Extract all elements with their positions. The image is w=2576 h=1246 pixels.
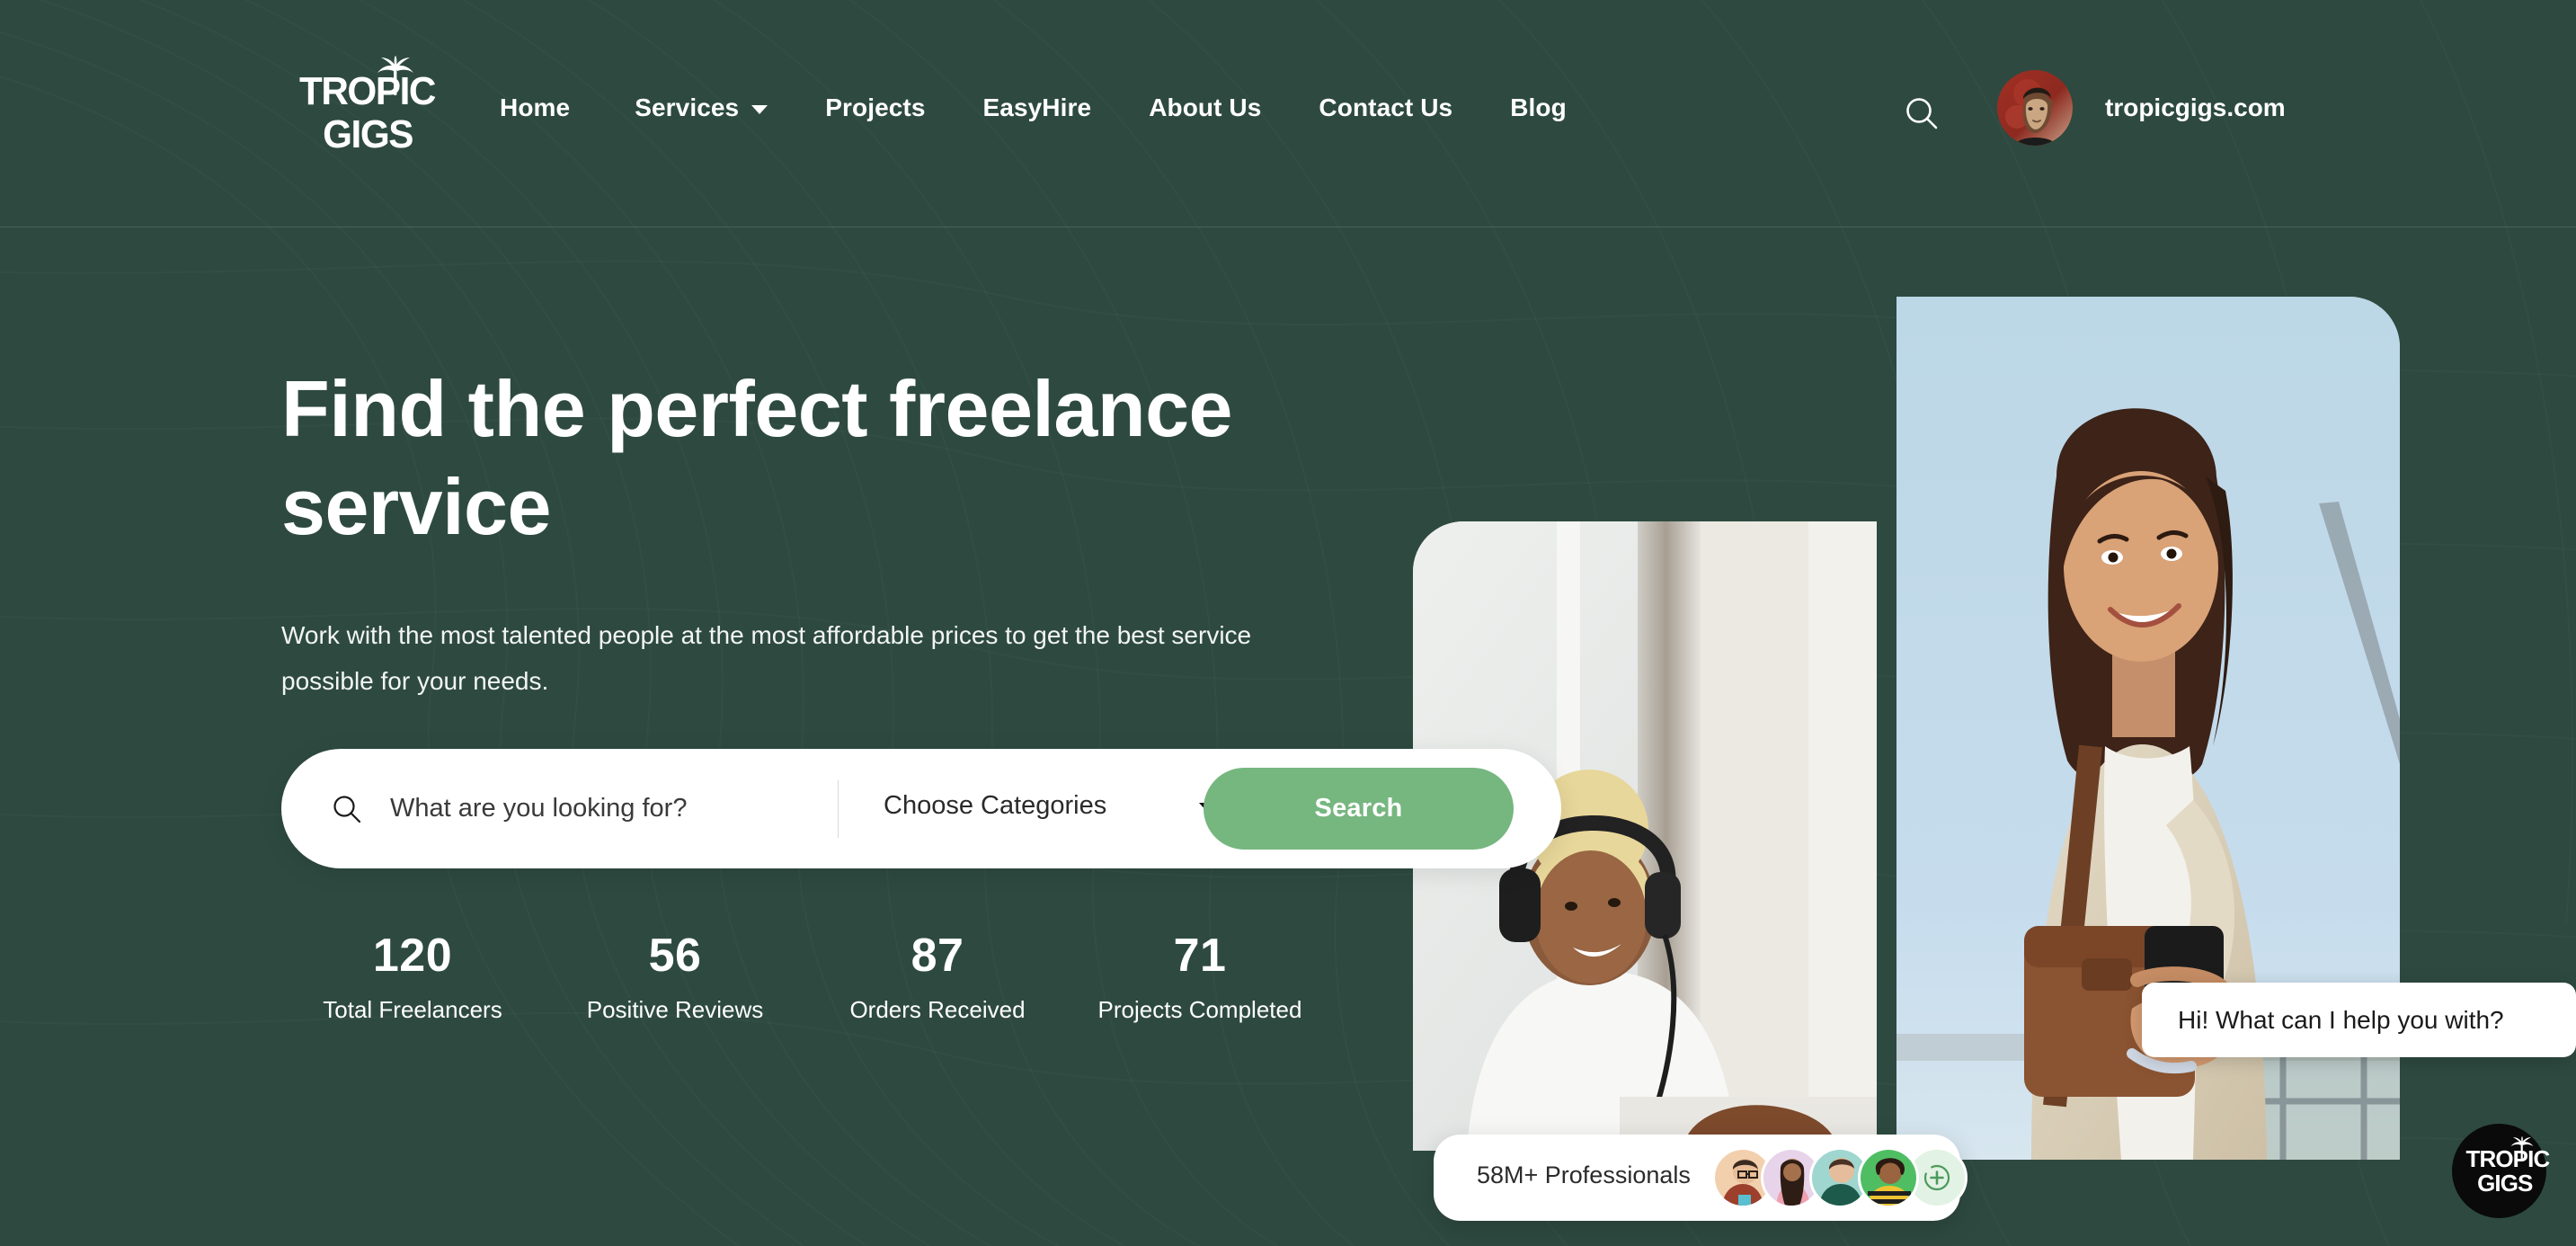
professionals-badge: 58M+ Professionals	[1434, 1135, 1968, 1221]
search-icon[interactable]	[1904, 95, 1940, 131]
avatar	[1858, 1147, 1919, 1208]
nav-item-about-us[interactable]: About Us	[1149, 93, 1261, 122]
avatar-image	[1997, 70, 2073, 146]
avatar-image	[1861, 1150, 1916, 1206]
stat-number: 56	[648, 930, 702, 982]
plus-circle-icon	[1923, 1164, 1950, 1191]
search-icon	[333, 796, 361, 823]
nav-item-contact-us[interactable]: Contact Us	[1319, 93, 1452, 122]
brand-logo-small: TROPIC GIGS	[2466, 1135, 2550, 1197]
stat-label: Projects Completed	[1097, 996, 1302, 1024]
stat-number: 71	[1173, 930, 1227, 982]
search-input[interactable]	[390, 789, 822, 827]
avatar-group	[1712, 1147, 1968, 1208]
chat-bubble[interactable]: Hi! What can I help you with?	[2142, 983, 2576, 1057]
hero-search-bar: Choose Categories Search	[281, 749, 1561, 868]
logo-line-2: GIGS	[323, 112, 413, 156]
category-select[interactable]: Choose Categories	[884, 791, 1106, 821]
nav-item-easyhire[interactable]: EasyHire	[983, 93, 1092, 122]
stat-label: Total Freelancers	[323, 996, 502, 1024]
page-root: TROPIC GIGS Home Services Projects EasyH…	[0, 0, 2576, 1246]
chevron-down-icon[interactable]	[751, 104, 768, 114]
hero-subtitle: Work with the most talented people at th…	[281, 621, 1252, 695]
stats-row: 120 Total Freelancers 56 Positive Review…	[281, 930, 1331, 1024]
logo-line-1: TROPIC	[299, 69, 436, 113]
stat-label: Orders Received	[849, 996, 1026, 1024]
stat-item: 56 Positive Reviews	[544, 930, 806, 1024]
stat-number: 87	[910, 930, 964, 982]
chat-message: Hi! What can I help you with?	[2178, 1005, 2504, 1034]
fab-logo-line-2: GIGS	[2477, 1169, 2533, 1197]
stat-label: Positive Reviews	[586, 996, 764, 1024]
page-title: Find the perfect freelance service	[281, 364, 1232, 552]
nav-item-home[interactable]: Home	[500, 93, 570, 122]
professionals-count-label: 58M+ Professionals	[1477, 1161, 1691, 1188]
nav-item-services-label: Services	[635, 93, 740, 121]
brand-logo[interactable]: TROPIC GIGS	[299, 56, 436, 155]
main-navigation: Home Services Projects EasyHire About Us…	[500, 93, 1567, 122]
stat-item: 87 Orders Received	[806, 930, 1069, 1024]
nav-item-projects[interactable]: Projects	[825, 93, 925, 122]
avatar[interactable]	[1997, 70, 2073, 146]
stat-number: 120	[372, 930, 453, 982]
stat-item: 71 Projects Completed	[1069, 930, 1331, 1024]
chat-launcher-button[interactable]: TROPIC GIGS	[2452, 1124, 2550, 1218]
stat-item: 120 Total Freelancers	[281, 930, 544, 1024]
nav-item-blog[interactable]: Blog	[1510, 93, 1567, 122]
site-header: TROPIC GIGS Home Services Projects EasyH…	[0, 0, 2576, 227]
palm-tree-icon	[2510, 1135, 2533, 1160]
site-url-label[interactable]: tropicgigs.com	[2105, 93, 2286, 122]
search-button[interactable]: Search	[1204, 768, 1514, 850]
nav-item-services[interactable]: Services	[635, 93, 768, 122]
search-divider	[838, 780, 839, 838]
